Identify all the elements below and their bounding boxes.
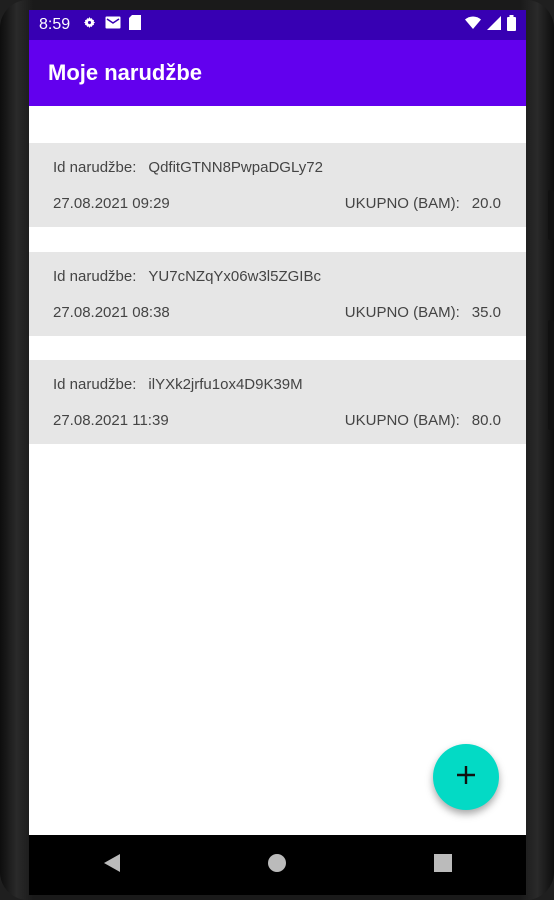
mail-icon (105, 16, 121, 34)
recents-icon (434, 853, 453, 877)
order-id-row: Id narudžbe: QdfitGTNN8PwpaDGLy72 (53, 159, 501, 176)
settings-icon (82, 15, 97, 35)
wifi-icon (465, 16, 481, 34)
order-id-label: Id narudžbe: (53, 376, 137, 393)
order-id-value: YU7cNZqYx06w3l5ZGIBc (148, 268, 321, 285)
back-icon (103, 853, 121, 878)
order-total-label: UKUPNO (BAM): (344, 412, 460, 429)
orders-list: Id narudžbe: QdfitGTNN8PwpaDGLy72 27.08.… (29, 106, 526, 835)
order-id-label: Id narudžbe: (53, 268, 137, 285)
order-id-label: Id narudžbe: (53, 159, 137, 176)
order-date: 27.08.2021 11:39 (53, 412, 169, 429)
order-total: UKUPNO (BAM): 80.0 (345, 412, 501, 429)
order-total-value: 35.0 (471, 304, 501, 321)
order-id-row: Id narudžbe: YU7cNZqYx06w3l5ZGIBc (53, 268, 501, 285)
signal-icon (487, 15, 501, 35)
plus-icon (455, 764, 477, 791)
recents-button[interactable] (413, 845, 473, 885)
order-date: 27.08.2021 09:29 (53, 195, 170, 212)
order-total-label: UKUPNO (BAM): (344, 304, 460, 321)
order-id-value: ilYXk2jrfu1ox4D9K39M (148, 376, 303, 393)
status-icons-left (82, 15, 142, 35)
navigation-bar (29, 835, 526, 895)
order-total: UKUPNO (BAM): 35.0 (345, 304, 501, 321)
screen: 8:59 Moje narudžbe Id narudžbe: QdfitGTN… (29, 10, 526, 895)
order-info-row: 27.08.2021 08:38 UKUPNO (BAM): 35.0 (53, 304, 501, 321)
order-card[interactable]: Id narudžbe: YU7cNZqYx06w3l5ZGIBc 27.08.… (29, 252, 526, 336)
home-icon (267, 853, 287, 878)
order-id-row: Id narudžbe: ilYXk2jrfu1ox4D9K39M (53, 376, 501, 393)
order-info-row: 27.08.2021 09:29 UKUPNO (BAM): 20.0 (53, 195, 501, 212)
add-order-button[interactable] (433, 744, 499, 810)
home-button[interactable] (247, 845, 307, 885)
status-icons-right (465, 14, 516, 36)
power-button (548, 320, 554, 430)
sd-card-icon (129, 15, 142, 35)
order-info-row: 27.08.2021 11:39 UKUPNO (BAM): 80.0 (53, 412, 501, 429)
order-date: 27.08.2021 08:38 (53, 304, 170, 321)
order-card[interactable]: Id narudžbe: ilYXk2jrfu1ox4D9K39M 27.08.… (29, 360, 526, 444)
device-frame: 8:59 Moje narudžbe Id narudžbe: QdfitGTN… (0, 0, 554, 900)
battery-icon (507, 14, 516, 36)
order-id-value: QdfitGTNN8PwpaDGLy72 (148, 159, 323, 176)
order-card[interactable]: Id narudžbe: QdfitGTNN8PwpaDGLy72 27.08.… (29, 143, 526, 227)
status-bar: 8:59 (29, 10, 526, 40)
order-total-value: 80.0 (471, 412, 501, 429)
order-total-value: 20.0 (471, 195, 501, 212)
status-time: 8:59 (39, 16, 71, 33)
volume-button (548, 190, 554, 240)
back-button[interactable] (82, 845, 142, 885)
page-title: Moje narudžbe (48, 60, 203, 85)
order-total: UKUPNO (BAM): 20.0 (345, 195, 501, 212)
app-bar: Moje narudžbe (29, 40, 526, 106)
order-total-label: UKUPNO (BAM): (344, 195, 460, 212)
